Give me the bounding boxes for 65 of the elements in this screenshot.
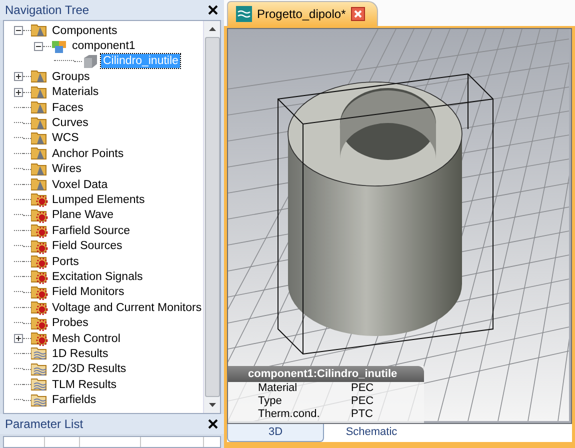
tree-item[interactable]: WCS: [50, 131, 81, 146]
property-label: Type: [258, 395, 283, 408]
tree-item[interactable]: Materials: [50, 85, 101, 100]
blocks-icon: [51, 38, 68, 54]
expander-icon[interactable]: [14, 26, 23, 36]
3d-viewport[interactable]: component1:Cilindro_inutile Material PEC Type PEC Therm.cond. PTC: [227, 28, 572, 424]
scrollbar[interactable]: [203, 21, 220, 413]
tree-item[interactable]: Voltage and Current Monitors: [50, 300, 203, 315]
folder-icon: [31, 254, 48, 270]
folder-icon: [31, 192, 48, 208]
tree-item[interactable]: Groups: [50, 70, 92, 84]
tree-item[interactable]: Curves: [50, 116, 90, 130]
property-label: Material: [258, 382, 298, 395]
expander-icon[interactable]: [14, 72, 23, 82]
tree-item[interactable]: Farfields: [50, 393, 98, 408]
wave-icon: [236, 6, 252, 22]
view-tab[interactable]: 3D: [227, 424, 324, 442]
folder-icon: [31, 331, 48, 346]
folder-icon: [31, 377, 48, 392]
folder-icon: [31, 238, 48, 254]
tree-item[interactable]: Plane Wave: [50, 208, 116, 222]
folder-icon: [31, 362, 48, 377]
expander-icon[interactable]: [14, 334, 23, 343]
scroll-up-icon[interactable]: [208, 27, 216, 31]
close-icon[interactable]: [350, 7, 365, 21]
folder-icon: [31, 223, 48, 238]
tree-item[interactable]: Lumped Elements: [50, 192, 147, 207]
document-tab[interactable]: Progetto_dipolo*: [227, 1, 378, 26]
cube-icon: [82, 54, 99, 69]
folder-icon: [31, 346, 48, 362]
tree-item[interactable]: Excitation Signals: [50, 270, 145, 284]
expander-icon[interactable]: [14, 88, 23, 97]
tree-item[interactable]: Anchor Points: [50, 146, 126, 161]
tree-item[interactable]: Probes: [50, 316, 90, 330]
folder-icon: [31, 284, 48, 300]
close-icon[interactable]: [208, 419, 218, 429]
folder-icon: [31, 392, 48, 408]
tree-item[interactable]: Ports: [50, 254, 81, 269]
tree-item[interactable]: TLM Results: [50, 378, 119, 392]
tree-item[interactable]: Faces: [50, 100, 86, 115]
folder-icon: [31, 208, 48, 223]
expander-icon[interactable]: [34, 42, 43, 51]
tree-item[interactable]: Field Sources: [50, 239, 124, 254]
property-value: PEC: [351, 382, 374, 395]
tree-item[interactable]: Voxel Data: [50, 178, 110, 192]
info-title: component1:Cilindro_inutile: [228, 366, 424, 382]
tree-item[interactable]: 2D/3D Results: [50, 362, 128, 376]
folder-icon: [31, 316, 48, 331]
property-label: Therm.cond.: [258, 408, 321, 421]
view-tab[interactable]: Schematic: [324, 424, 419, 442]
tree-item[interactable]: 1D Results: [50, 346, 110, 361]
close-icon[interactable]: [208, 5, 218, 15]
tree-item[interactable]: Components: [50, 24, 120, 38]
tree-item[interactable]: component1: [70, 39, 138, 54]
tree-item[interactable]: Mesh Control: [50, 332, 122, 346]
property-value: PTC: [351, 408, 373, 421]
tree-item[interactable]: Field Monitors: [50, 285, 126, 300]
tree-item[interactable]: Farfield Source: [50, 224, 132, 238]
property-value: PEC: [351, 395, 374, 408]
tree-item[interactable]: Wires: [50, 162, 84, 176]
folder-icon: [31, 300, 48, 316]
folder-icon: [31, 269, 48, 284]
panel-title: Parameter List: [5, 417, 84, 431]
scroll-down-icon[interactable]: [208, 403, 216, 407]
panel-title: Navigation Tree: [5, 3, 90, 17]
